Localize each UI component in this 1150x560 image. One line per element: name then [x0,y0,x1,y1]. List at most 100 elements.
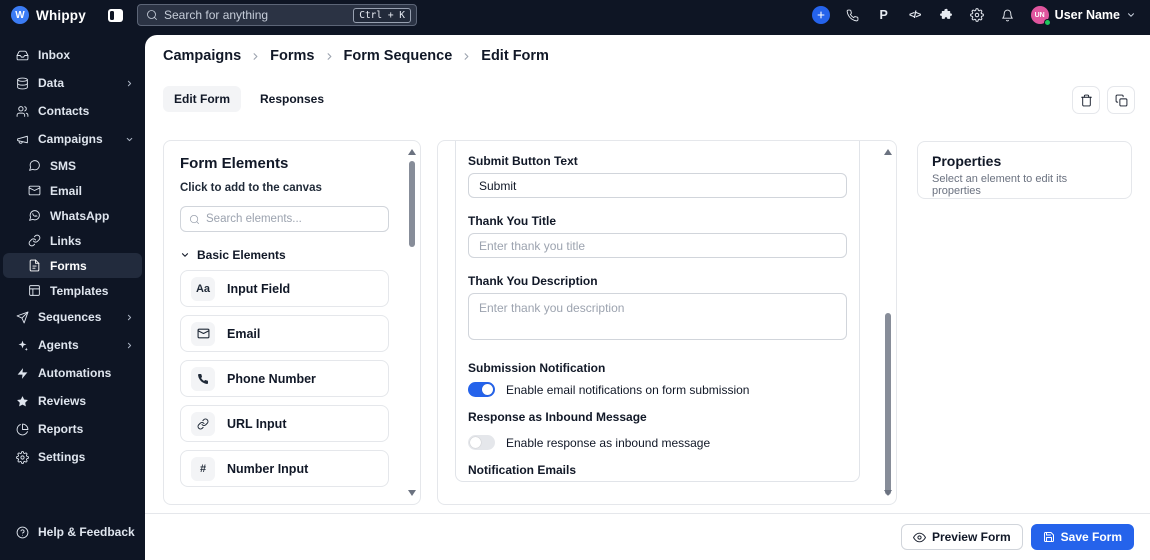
notifications-bell-icon[interactable] [1000,7,1016,23]
sidebar-item-label: Templates [50,283,109,298]
preview-form-label: Preview Form [931,530,1011,544]
sidebar-item-templates[interactable]: Templates [3,278,142,303]
search-elements-placeholder: Search elements... [206,213,302,225]
sidebar-item-data[interactable]: Data [3,69,142,97]
sidebar-item-label: Help & Feedback [38,525,135,539]
element-label: URL Input [227,416,287,431]
sidebar-item-sequences[interactable]: Sequences [3,303,142,331]
submit-button-text-input[interactable] [468,173,847,198]
payments-icon[interactable]: P [876,7,892,23]
input-field-icon: Aa [191,276,215,301]
sidebar-item-settings[interactable]: Settings [3,443,142,471]
sidebar-item-links[interactable]: Links [3,228,142,253]
brand-name: Whippy [36,7,86,23]
sidebar-item-campaigns[interactable]: Campaigns [3,125,142,153]
gear-icon[interactable] [969,7,985,23]
element-card-phone-number[interactable]: Phone Number [180,360,389,397]
element-card-number-input[interactable]: # Number Input [180,450,389,487]
breadcrumb-form-sequence[interactable]: Form Sequence [344,48,453,64]
calls-icon[interactable] [845,7,861,23]
search-shortcut-badge: Ctrl + K [353,7,411,23]
element-card-input-field[interactable]: Aa Input Field [180,270,389,307]
sidebar-item-sms[interactable]: SMS [3,153,142,178]
sidebar-item-automations[interactable]: Automations [3,359,142,387]
submission-notification-toggle[interactable] [468,382,495,397]
sidebar-item-label: Sequences [38,310,102,324]
scrollbar-thumb[interactable] [885,313,891,495]
sidebar-item-forms[interactable]: Forms [3,253,142,278]
global-search-input[interactable]: Search for anything Ctrl + K [137,4,417,26]
sidebar-item-reports[interactable]: Reports [3,415,142,443]
chevron-down-icon [125,135,134,144]
properties-title: Properties [932,153,1002,169]
sidebar-item-inbox[interactable]: Inbox [3,41,142,69]
scroll-up-arrow[interactable] [408,149,416,155]
save-form-label: Save Form [1060,530,1122,544]
thank-you-title-label: Thank You Title [468,214,557,228]
send-icon [16,311,29,324]
sidebar-item-label: Agents [38,338,79,352]
help-circle-icon [16,526,29,539]
duplicate-form-button[interactable] [1107,86,1135,114]
sidebar-item-label: WhatsApp [50,208,110,223]
search-elements-input[interactable]: Search elements... [180,206,389,232]
save-floppy-icon [1043,531,1055,543]
scroll-up-arrow[interactable] [884,149,892,155]
email-icon [28,184,41,197]
thank-you-title-input[interactable] [468,233,847,258]
sidebar-item-label: Settings [38,450,86,464]
breadcrumb-forms[interactable]: Forms [270,48,314,64]
chevron-right-icon [125,79,134,88]
developer-icon[interactable]: </> [907,7,923,23]
create-new-button[interactable] [811,6,830,24]
breadcrumb-campaigns[interactable]: Campaigns [163,48,241,64]
response-inbound-toggle-label: Enable response as inbound message [506,435,711,450]
contacts-icon [16,105,29,118]
sidebar-item-help-feedback[interactable]: Help & Feedback [3,518,142,546]
sidebar-item-whatsapp[interactable]: WhatsApp [3,203,142,228]
star-icon [16,395,29,408]
tab-bar: Edit Form Responses [163,86,335,112]
toggle-knob [482,384,493,395]
element-label: Number Input [227,461,309,476]
sidebar-item-email[interactable]: Email [3,178,142,203]
elements-panel-scrollbar[interactable] [406,145,418,500]
thank-you-description-label: Thank You Description [468,274,598,288]
sidebar-item-contacts[interactable]: Contacts [3,97,142,125]
submission-notification-label: Submission Notification [468,361,606,375]
sidebar-item-agents[interactable]: Agents [3,331,142,359]
scrollbar-thumb[interactable] [409,161,415,247]
whatsapp-icon [28,209,41,222]
properties-subtitle: Select an element to edit its properties [932,173,1068,197]
section-label: Basic Elements [197,248,286,262]
save-form-button[interactable]: Save Form [1030,524,1134,550]
scroll-down-arrow[interactable] [884,490,892,496]
sidebar-item-label: Forms [50,258,87,273]
thank-you-description-textarea[interactable] [468,293,847,340]
search-icon [146,9,158,21]
sidebar-item-reviews[interactable]: Reviews [3,387,142,415]
breadcrumb-edit-form[interactable]: Edit Form [481,48,549,64]
sidebar-item-label: Reports [38,422,84,436]
whippy-logo-icon: W [11,6,29,24]
element-card-url-input[interactable]: URL Input [180,405,389,442]
preview-form-button[interactable]: Preview Form [900,524,1023,550]
main-content: Campaigns Forms Form Sequence Edit Form … [145,35,1150,560]
sidebar-item-label: Links [50,233,82,248]
user-menu[interactable]: UN User Name [1030,6,1136,26]
online-status-dot [1043,19,1051,26]
tab-edit-form[interactable]: Edit Form [163,86,241,112]
scroll-down-arrow[interactable] [408,490,416,496]
delete-form-button[interactable] [1072,86,1100,114]
basic-elements-section-header[interactable]: Basic Elements [180,248,404,262]
avatar: UN [1030,6,1051,26]
settings-panel-scrollbar[interactable] [882,145,894,500]
sidebar-toggle-icon[interactable] [108,8,123,22]
integrations-icon[interactable] [938,7,954,23]
megaphone-icon [16,133,29,146]
tab-responses[interactable]: Responses [249,86,335,112]
sidebar-item-label: Campaigns [38,132,103,146]
response-inbound-toggle[interactable] [468,435,495,450]
inbox-icon [16,49,29,62]
element-card-email[interactable]: Email [180,315,389,352]
